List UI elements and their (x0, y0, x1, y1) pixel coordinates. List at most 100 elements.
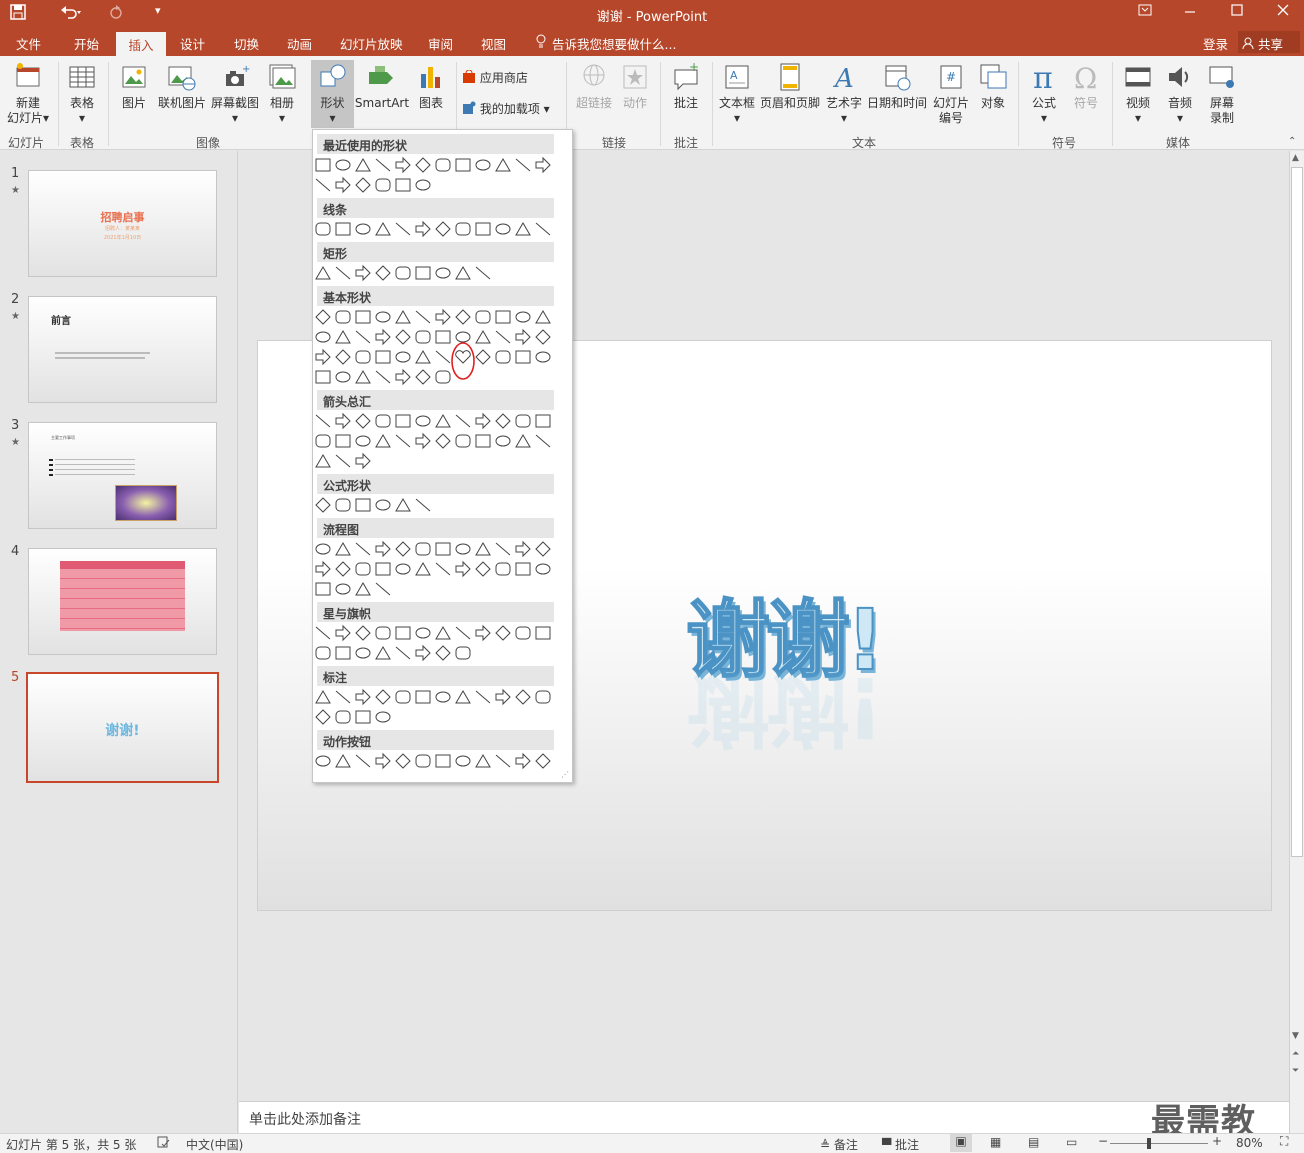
shape-option[interactable] (435, 754, 451, 768)
shape-option[interactable] (455, 690, 471, 704)
shape-option[interactable] (355, 350, 371, 364)
shape-option[interactable] (535, 626, 551, 640)
shape-option[interactable] (375, 540, 391, 558)
shape-option[interactable] (315, 434, 331, 448)
shape-option[interactable] (535, 541, 551, 557)
shape-option[interactable] (475, 159, 491, 171)
shape-option[interactable] (335, 498, 351, 512)
shape-option[interactable] (315, 348, 331, 366)
shape-option[interactable] (455, 309, 471, 325)
shape-option[interactable] (315, 543, 331, 555)
shape-option[interactable] (535, 156, 551, 174)
shape-option[interactable] (475, 412, 491, 430)
shape-option[interactable] (395, 563, 411, 575)
shape-option[interactable] (475, 624, 491, 642)
shape-option[interactable] (495, 223, 511, 235)
language-status[interactable]: 中文(中国) (186, 1136, 243, 1153)
shape-option[interactable] (495, 330, 511, 344)
shape-option[interactable] (395, 156, 411, 174)
zoom-out-icon[interactable]: − (1098, 1134, 1108, 1148)
screen-recording-button[interactable]: 屏幕 录制 (1202, 62, 1242, 126)
shape-option[interactable] (535, 222, 551, 236)
shape-option[interactable] (355, 177, 371, 193)
shape-option[interactable] (315, 626, 331, 640)
shape-option[interactable] (395, 646, 411, 660)
tab-design[interactable]: 设计 (180, 34, 205, 53)
shape-option[interactable] (495, 688, 511, 706)
collapse-ribbon-icon[interactable]: ⌃ (1288, 136, 1296, 147)
notes-toggle-button[interactable]: ≜ 备注 (820, 1136, 858, 1153)
shape-option[interactable] (375, 689, 391, 705)
shape-option[interactable] (435, 330, 451, 344)
shape-option[interactable] (395, 626, 411, 640)
shape-option[interactable] (475, 349, 491, 365)
shape-option[interactable] (415, 310, 431, 324)
shape-option[interactable] (475, 434, 491, 448)
shape-option[interactable] (315, 560, 331, 578)
scrollbar-thumb[interactable] (1291, 167, 1303, 857)
shape-option[interactable] (415, 754, 431, 768)
shapes-button[interactable]: 形状 ▾ (311, 60, 354, 128)
shape-option[interactable] (355, 370, 371, 384)
shape-option[interactable] (375, 178, 391, 192)
shape-option[interactable] (335, 159, 351, 171)
shape-option[interactable] (435, 645, 451, 661)
shape-option[interactable] (495, 158, 511, 172)
shape-option[interactable] (335, 371, 351, 383)
shape-option[interactable] (335, 222, 351, 236)
maximize-icon[interactable] (1222, 4, 1252, 20)
shape-option[interactable] (415, 266, 431, 280)
shape-option[interactable] (535, 329, 551, 345)
shape-option[interactable] (395, 541, 411, 557)
shape-option[interactable] (475, 310, 491, 324)
shape-option[interactable] (395, 414, 411, 428)
minimize-icon[interactable] (1175, 4, 1205, 20)
slideshow-view-icon[interactable]: ▭ (1066, 1135, 1077, 1149)
shape-option[interactable] (335, 542, 351, 556)
shape-option[interactable] (355, 754, 371, 768)
slide-thumbnail-4[interactable] (28, 548, 217, 655)
shape-option[interactable] (475, 222, 491, 236)
shape-option[interactable] (435, 626, 451, 640)
shape-option[interactable] (395, 266, 411, 280)
shape-option[interactable] (375, 646, 391, 660)
shape-option[interactable] (375, 350, 391, 364)
shape-option[interactable] (415, 369, 431, 385)
zoom-level[interactable]: 80% (1236, 1136, 1263, 1150)
shape-option[interactable] (375, 311, 391, 323)
shape-option[interactable] (315, 178, 331, 192)
shape-option[interactable] (375, 562, 391, 576)
shape-option[interactable] (355, 562, 371, 576)
shape-option[interactable] (455, 266, 471, 280)
shape-option[interactable] (435, 414, 451, 428)
my-addins-button[interactable]: 我的加载项 ▾ (462, 101, 562, 117)
shape-option[interactable] (335, 266, 351, 280)
zoom-slider-knob[interactable] (1147, 1138, 1151, 1149)
shape-option[interactable] (355, 158, 371, 172)
shape-option[interactable] (455, 158, 471, 172)
slide-number-button[interactable]: # 幻灯片 编号 (930, 62, 972, 126)
shape-option[interactable] (415, 542, 431, 556)
shape-option[interactable] (415, 627, 431, 639)
shape-option[interactable] (455, 560, 471, 578)
shape-option[interactable] (315, 582, 331, 596)
shape-option[interactable] (535, 434, 551, 448)
shape-option[interactable] (315, 370, 331, 384)
shape-option[interactable] (375, 582, 391, 596)
shape-option[interactable] (475, 690, 491, 704)
shape-option[interactable] (455, 543, 471, 555)
store-button[interactable]: 应用商店 (462, 69, 542, 86)
previous-slide-icon[interactable]: ⏶ (1292, 1049, 1299, 1059)
shape-option[interactable] (395, 498, 411, 512)
shape-option[interactable] (335, 454, 351, 468)
audio-button[interactable]: 音频 ▾ (1160, 62, 1200, 126)
shape-option[interactable] (495, 350, 511, 364)
slide-thumbnail-2[interactable]: 前言 (28, 296, 217, 403)
chart-button[interactable]: 图表 (412, 62, 450, 111)
shape-option[interactable] (495, 413, 511, 429)
shape-option[interactable] (455, 434, 471, 448)
shape-option[interactable] (535, 414, 551, 428)
shape-option[interactable] (415, 562, 431, 576)
shape-option[interactable] (455, 626, 471, 640)
shape-option[interactable] (355, 310, 371, 324)
